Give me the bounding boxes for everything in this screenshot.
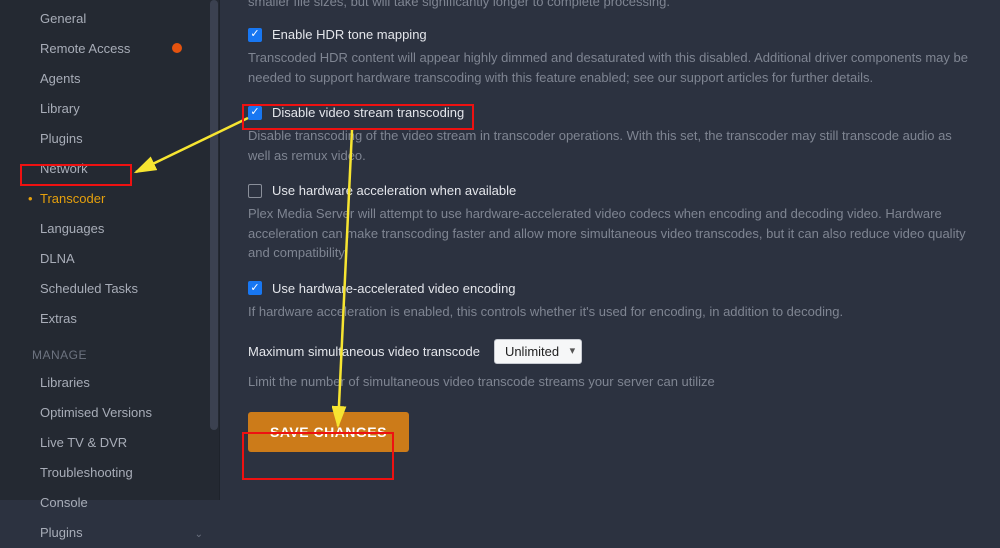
- sidebar-item-live-tv-dvr[interactable]: Live TV & DVR: [0, 428, 219, 458]
- sidebar-item-library[interactable]: Library: [0, 94, 219, 124]
- setting-label: Enable HDR tone mapping: [272, 27, 427, 42]
- sidebar-item-optimised-versions[interactable]: Optimised Versions: [0, 398, 219, 428]
- sidebar-item-libraries[interactable]: Libraries: [0, 368, 219, 398]
- sidebar-item-network[interactable]: Network: [0, 154, 219, 184]
- setting-label: Use hardware acceleration when available: [272, 183, 516, 198]
- truncated-help-text: smaller file sizes, but will take signif…: [248, 0, 972, 9]
- max-transcode-label: Maximum simultaneous video transcode: [248, 344, 480, 359]
- checkbox-hardware-acceleration[interactable]: [248, 184, 262, 198]
- setting-label: Use hardware-accelerated video encoding: [272, 281, 516, 296]
- sidebar-item-scheduled-tasks[interactable]: Scheduled Tasks: [0, 274, 219, 304]
- settings-main: smaller file sizes, but will take signif…: [220, 0, 1000, 500]
- setting-help: If hardware acceleration is enabled, thi…: [248, 302, 972, 322]
- sidebar-item-extras[interactable]: Extras: [0, 304, 219, 334]
- sidebar-scrollbar[interactable]: [210, 0, 218, 430]
- settings-sidebar: General Remote Access Agents Library Plu…: [0, 0, 220, 500]
- checkbox-disable-video-transcoding[interactable]: ✓: [248, 106, 262, 120]
- checkbox-hdr-tone-mapping[interactable]: ✓: [248, 28, 262, 42]
- setting-label: Disable video stream transcoding: [272, 105, 464, 120]
- alert-badge-icon: [172, 43, 182, 53]
- sidebar-item-dlna[interactable]: DLNA: [0, 244, 219, 274]
- sidebar-item-languages[interactable]: Languages: [0, 214, 219, 244]
- sidebar-item-console[interactable]: Console: [0, 488, 219, 518]
- chevron-down-icon: ⌄: [195, 526, 203, 544]
- sidebar-item-agents[interactable]: Agents: [0, 64, 219, 94]
- sidebar-item-transcoder[interactable]: Transcoder: [0, 184, 219, 214]
- setting-help: Transcoded HDR content will appear highl…: [248, 48, 972, 87]
- max-transcode-help: Limit the number of simultaneous video t…: [248, 372, 972, 392]
- setting-help: Plex Media Server will attempt to use ha…: [248, 204, 972, 263]
- sidebar-section-manage: MANAGE: [0, 334, 219, 368]
- max-transcode-select[interactable]: Unlimited: [494, 339, 582, 364]
- setting-help: Disable transcoding of the video stream …: [248, 126, 972, 165]
- sidebar-item-plugins[interactable]: Plugins: [0, 124, 219, 154]
- sidebar-item-remote-access[interactable]: Remote Access: [0, 34, 219, 64]
- sidebar-item-plugins-manage[interactable]: Plugins⌄: [0, 518, 219, 548]
- checkbox-hardware-encoding[interactable]: ✓: [248, 281, 262, 295]
- sidebar-item-troubleshooting[interactable]: Troubleshooting: [0, 458, 219, 488]
- save-changes-button[interactable]: SAVE CHANGES: [248, 412, 409, 452]
- sidebar-item-general[interactable]: General: [0, 4, 219, 34]
